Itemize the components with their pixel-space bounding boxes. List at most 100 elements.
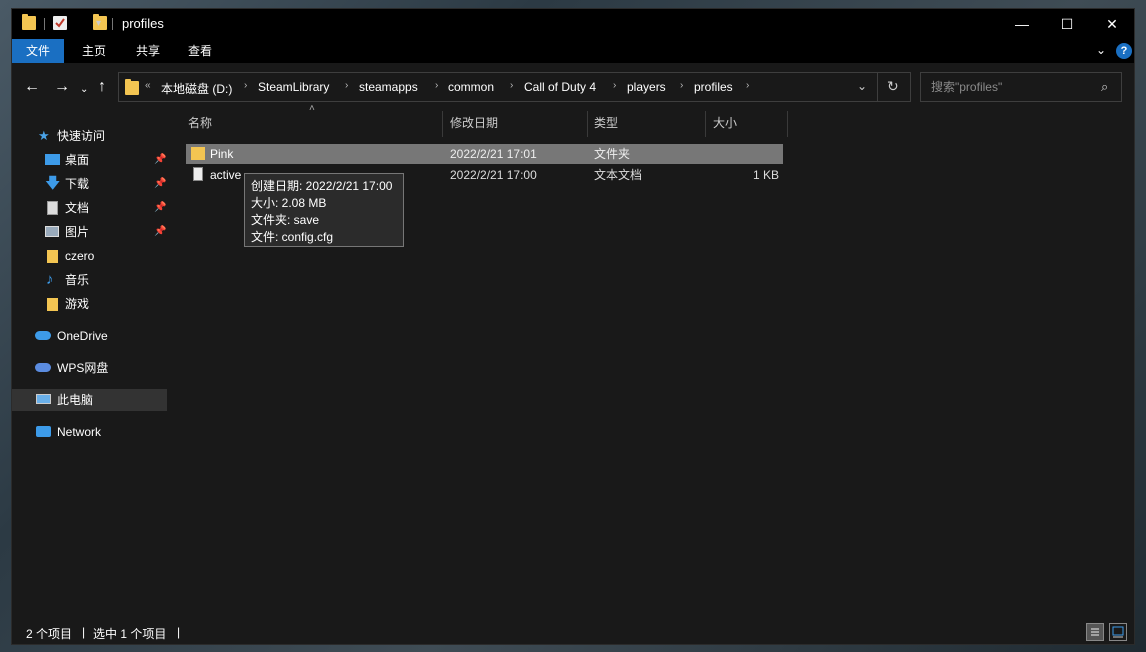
sidebar-item-wps-cloud[interactable]: WPS网盘 [12, 357, 167, 379]
sidebar-item-this-pc[interactable]: 此电脑 [12, 389, 167, 411]
back-button[interactable]: ← [24, 79, 40, 95]
chevron-right-icon[interactable]: › [680, 80, 683, 91]
file-modified: 2022/2/21 17:01 [450, 147, 537, 161]
column-divider[interactable] [705, 111, 706, 137]
breadcrumb-drive[interactable]: 本地磁盘 (D:) [161, 80, 232, 97]
pin-icon[interactable]: 📌 [154, 221, 166, 243]
sidebar-item-music[interactable]: ♪ 音乐 [12, 269, 167, 291]
file-name: active [210, 168, 242, 182]
breadcrumb-players[interactable]: players [627, 80, 666, 94]
tab-share[interactable]: 共享 [122, 39, 174, 63]
search-icon[interactable]: ⌕ [1101, 79, 1108, 95]
folder-icon [47, 250, 58, 263]
chevron-right-icon[interactable]: › [510, 80, 513, 91]
pictures-icon [45, 226, 59, 237]
column-size[interactable]: 大小 [713, 109, 737, 137]
details-view-button[interactable] [1086, 623, 1104, 641]
column-header-row: ˄ 名称 修改日期 类型 大小 [182, 103, 832, 137]
tab-file[interactable]: 文件 [12, 39, 65, 63]
column-divider[interactable] [442, 111, 443, 137]
tooltip-folders: 文件夹: save [251, 213, 320, 227]
file-modified: 2022/2/21 17:00 [450, 168, 537, 182]
search-box[interactable]: ⌕ [920, 72, 1122, 102]
navigation-pane: ★ 快速访问 桌面 📌 🡇 下载 📌 文档 📌 图片 📌 czero ♪ 音乐 … [12, 119, 172, 599]
search-input[interactable] [929, 78, 1093, 96]
separator [877, 73, 878, 101]
chevron-right-icon[interactable]: › [613, 80, 616, 91]
sort-ascending-icon: ˄ [309, 103, 315, 114]
star-icon: ★ [38, 128, 50, 143]
file-row[interactable]: Pink 2022/2/21 17:01 文件夹 [186, 144, 783, 164]
file-name: Pink [210, 147, 234, 161]
cloud-icon [35, 363, 51, 372]
column-divider[interactable] [787, 111, 788, 137]
refresh-icon[interactable]: ↻ [887, 78, 899, 95]
chevron-right-icon[interactable]: › [244, 80, 247, 91]
folder-icon [47, 298, 58, 311]
chevron-right-icon[interactable]: › [435, 80, 438, 91]
network-icon [36, 426, 51, 437]
tooltip-size: 大小: 2.08 MB [251, 196, 327, 210]
breadcrumb-steamapps[interactable]: steamapps [359, 80, 418, 94]
breadcrumb-cod4[interactable]: Call of Duty 4 [524, 80, 596, 94]
music-icon: ♪ [46, 271, 54, 288]
text-file-icon [193, 167, 203, 181]
address-bar[interactable]: « 本地磁盘 (D:) › SteamLibrary › steamapps ›… [118, 72, 911, 102]
sidebar-item-network[interactable]: Network [12, 421, 167, 443]
breadcrumb-common[interactable]: common [448, 80, 494, 94]
file-size: 1 KB [752, 168, 779, 182]
sidebar-item-pictures[interactable]: 图片 📌 [12, 221, 167, 243]
tab-view[interactable]: 查看 [174, 39, 226, 63]
breadcrumb-steamlibrary[interactable]: SteamLibrary [258, 80, 329, 94]
folder-icon [125, 79, 139, 95]
folder-tooltip: 创建日期: 2022/2/21 17:00 大小: 2.08 MB 文件夹: s… [244, 173, 404, 247]
chevron-right-icon[interactable]: › [746, 80, 749, 91]
sidebar-item-czero[interactable]: czero [12, 245, 167, 267]
breadcrumb-overflow[interactable]: « [145, 80, 151, 91]
computer-icon [36, 394, 51, 404]
forward-button[interactable]: → [54, 79, 70, 95]
expand-ribbon-icon[interactable]: ⌄ [1096, 43, 1106, 57]
desktop-icon [45, 154, 60, 165]
item-count: 2 个项目 [26, 627, 73, 641]
column-type[interactable]: 类型 [594, 109, 618, 137]
up-button[interactable]: ↑ [98, 79, 106, 95]
column-name[interactable]: 名称 [188, 109, 212, 137]
close-button[interactable]: ✕ [1089, 9, 1135, 39]
status-bar: 2 个项目 | 选中 1 个项目 | [12, 619, 1134, 644]
column-divider[interactable] [587, 111, 588, 137]
sidebar-item-games[interactable]: 游戏 [12, 293, 167, 315]
navigation-bar: ← → ⌄ ↑ « 本地磁盘 (D:) › SteamLibrary › ste… [12, 71, 1134, 103]
sidebar-item-onedrive[interactable]: OneDrive [12, 325, 167, 347]
tooltip-created: 创建日期: 2022/2/21 17:00 [251, 179, 393, 193]
address-history-icon[interactable]: ⌄ [857, 79, 867, 93]
sidebar-item-desktop[interactable]: 桌面 📌 [12, 149, 167, 171]
file-type: 文件夹 [594, 147, 631, 161]
maximize-button[interactable]: ☐ [1044, 9, 1090, 39]
status-separator: | [177, 625, 181, 639]
pin-icon[interactable]: 📌 [154, 197, 166, 219]
window-title: profiles [122, 16, 164, 31]
tooltip-files: 文件: config.cfg [251, 230, 334, 244]
help-icon[interactable]: ? [1116, 43, 1132, 59]
status-separator: | [82, 625, 86, 639]
customize-toolbar-icon[interactable]: ▾ [96, 18, 101, 34]
pin-icon[interactable]: 📌 [154, 149, 166, 171]
minimize-button[interactable]: — [999, 9, 1045, 39]
selected-count: 选中 1 个项目 [93, 627, 167, 641]
properties-icon[interactable] [53, 16, 67, 30]
large-icons-view-button[interactable] [1109, 623, 1127, 641]
file-type: 文本文档 [594, 168, 643, 182]
breadcrumb-profiles[interactable]: profiles [694, 80, 733, 94]
column-modified[interactable]: 修改日期 [450, 109, 498, 137]
tab-home[interactable]: 主页 [68, 39, 120, 63]
sidebar-item-downloads[interactable]: 🡇 下载 📌 [12, 173, 167, 195]
folder-icon [22, 14, 36, 30]
ribbon: 文件 主页 共享 查看 ⌄ ? [12, 39, 1134, 63]
sidebar-item-quick-access[interactable]: ★ 快速访问 [12, 125, 167, 147]
title-bar: ▾ profiles — ☐ ✕ [12, 9, 1134, 39]
sidebar-item-documents[interactable]: 文档 📌 [12, 197, 167, 219]
pin-icon[interactable]: 📌 [154, 173, 166, 195]
recent-locations-button[interactable]: ⌄ [80, 82, 88, 98]
chevron-right-icon[interactable]: › [345, 80, 348, 91]
